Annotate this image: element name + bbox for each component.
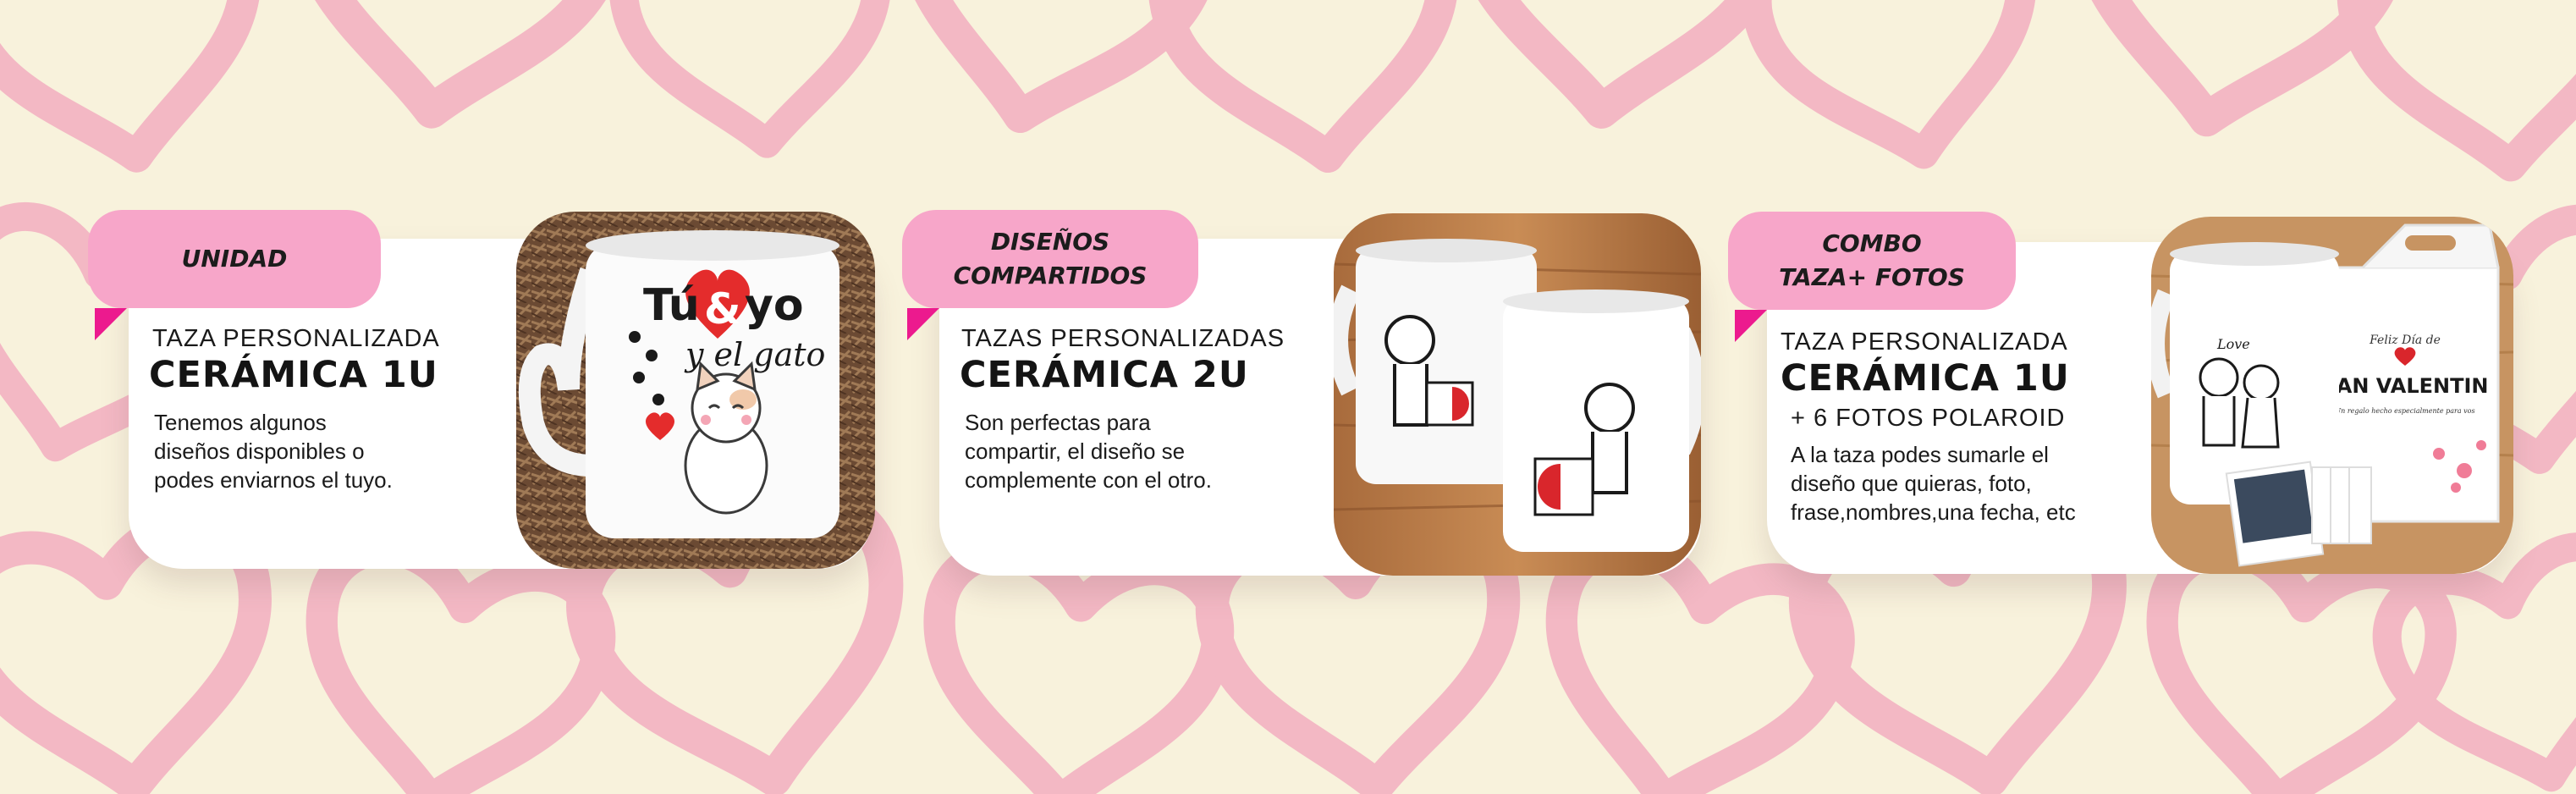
card-tab-unidad: UNIDAD — [88, 210, 381, 308]
card-title: CERÁMICA 1U — [1781, 357, 2070, 400]
product-photo-couple-mugs — [1334, 213, 1701, 576]
svg-text:SAN VALENTIN: SAN VALENTIN — [2322, 374, 2489, 398]
tab-corner-notch — [1735, 310, 1767, 342]
card-subtitle: TAZA PERSONALIZADA — [1781, 328, 2068, 356]
card-tab-combo: COMBO TAZA+ FOTOS — [1728, 212, 2016, 310]
card-description: A la taza podes sumarle el diseño que qu… — [1791, 442, 2076, 525]
svg-text:Tú: Tú — [643, 280, 700, 331]
tab-corner-notch — [907, 308, 939, 340]
product-photo-combo-box: Feliz Día de SAN VALENTIN Un regalo hech… — [2151, 217, 2513, 574]
card-extra-line: + 6 FOTOS POLAROID — [1791, 405, 2066, 432]
svg-text:Feliz Día de: Feliz Día de — [2369, 334, 2441, 347]
tab-corner-notch — [95, 308, 127, 340]
card-title: CERÁMICA 1U — [149, 354, 438, 396]
svg-text:Love: Love — [2216, 336, 2250, 352]
svg-text:yo: yo — [745, 280, 804, 331]
card-title: CERÁMICA 2U — [960, 354, 1249, 396]
card-tab-disenos-compartidos: DISEÑOS COMPARTIDOS — [902, 210, 1198, 308]
svg-text:Un regalo hecho especialmente: Un regalo hecho especialmente para vos — [2335, 407, 2474, 415]
card-subtitle: TAZAS PERSONALIZADAS — [961, 325, 1285, 352]
card-description: Son perfectas para compartir, el diseño … — [965, 410, 1212, 493]
card-description: Tenemos algunos diseños disponibles o po… — [154, 410, 393, 493]
svg-text:&: & — [704, 284, 741, 334]
product-photo-mug-cat: Tú & yo y el gato — [516, 212, 875, 569]
card-subtitle: TAZA PERSONALIZADA — [152, 325, 440, 352]
